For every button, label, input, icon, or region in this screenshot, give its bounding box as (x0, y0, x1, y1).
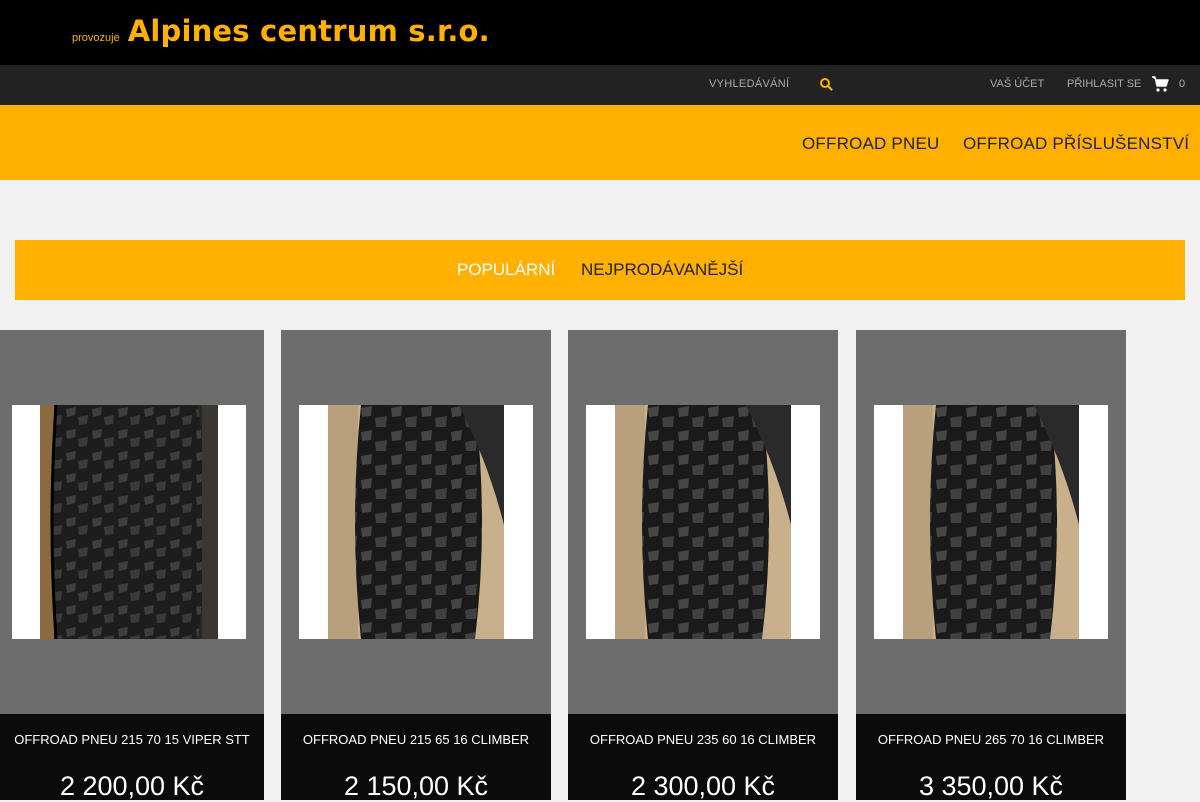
product-title[interactable]: OFFROAD PNEU 215 70 15 VIPER STT (0, 732, 264, 747)
login-link[interactable]: PŘIHLASIT SE (1067, 78, 1141, 90)
product-card[interactable]: OFFROAD PNEU 265 70 16 CLIMBER 3 350,00 … (856, 330, 1126, 801)
brand-logo[interactable]: provozuje Alpines centrum s.r.o. (72, 14, 490, 48)
cart-icon[interactable] (1151, 75, 1169, 93)
tab-popular[interactable]: POPULÁRNÍ (457, 260, 555, 280)
product-tabs: POPULÁRNÍ NEJPRODÁVANĚJŠÍ (15, 240, 1185, 300)
product-price: 2 150,00 Kč (343, 771, 489, 801)
product-card[interactable]: OFFROAD PNEU 215 70 15 VIPER STT 2 200,0… (0, 330, 264, 801)
product-card-footer: OFFROAD PNEU 235 60 16 CLIMBER 2 300,00 … (568, 714, 838, 801)
product-price: 2 200,00 Kč (59, 771, 205, 801)
site-header: provozuje Alpines centrum s.r.o. (0, 0, 1200, 65)
product-card-footer: OFFROAD PNEU 215 70 15 VIPER STT 2 200,0… (0, 714, 264, 801)
nav-item-offroad-prislusenstvi[interactable]: OFFROAD PŘÍSLUŠENSTVÍ (963, 134, 1189, 154)
product-card[interactable]: OFFROAD PNEU 215 65 16 CLIMBER 2 150,00 … (281, 330, 551, 801)
product-title[interactable]: OFFROAD PNEU 215 65 16 CLIMBER (281, 732, 551, 747)
search-icon[interactable] (819, 77, 833, 91)
cart-count: 0 (1179, 78, 1186, 90)
product-image[interactable] (586, 405, 820, 639)
nav-item-offroad-pneu[interactable]: OFFROAD PNEU (802, 134, 939, 154)
product-card[interactable]: OFFROAD PNEU 235 60 16 CLIMBER 2 300,00 … (568, 330, 838, 801)
utility-bar: VYHLEDÁVÁNÍ VAŠ ÚČET PŘIHLASIT SE 0 (0, 65, 1200, 105)
product-title[interactable]: OFFROAD PNEU 235 60 16 CLIMBER (568, 732, 838, 747)
company-name[interactable]: Alpines centrum s.r.o. (128, 14, 490, 48)
product-image[interactable] (299, 405, 533, 639)
product-title[interactable]: OFFROAD PNEU 265 70 16 CLIMBER (856, 732, 1126, 747)
operator-label: provozuje (72, 32, 120, 44)
account-link[interactable]: VAŠ ÚČET (990, 78, 1044, 90)
tab-bestselling[interactable]: NEJPRODÁVANĚJŠÍ (581, 260, 743, 280)
product-image[interactable] (12, 405, 246, 639)
main-navigation: OFFROAD PNEU OFFROAD PŘÍSLUŠENSTVÍ (0, 105, 1200, 180)
product-price: 2 300,00 Kč (630, 771, 776, 801)
product-card-footer: OFFROAD PNEU 215 65 16 CLIMBER 2 150,00 … (281, 714, 551, 801)
search-input[interactable]: VYHLEDÁVÁNÍ (709, 78, 789, 90)
product-image[interactable] (874, 405, 1108, 639)
product-card-footer: OFFROAD PNEU 265 70 16 CLIMBER 3 350,00 … (856, 714, 1126, 801)
product-price: 3 350,00 Kč (918, 771, 1064, 801)
